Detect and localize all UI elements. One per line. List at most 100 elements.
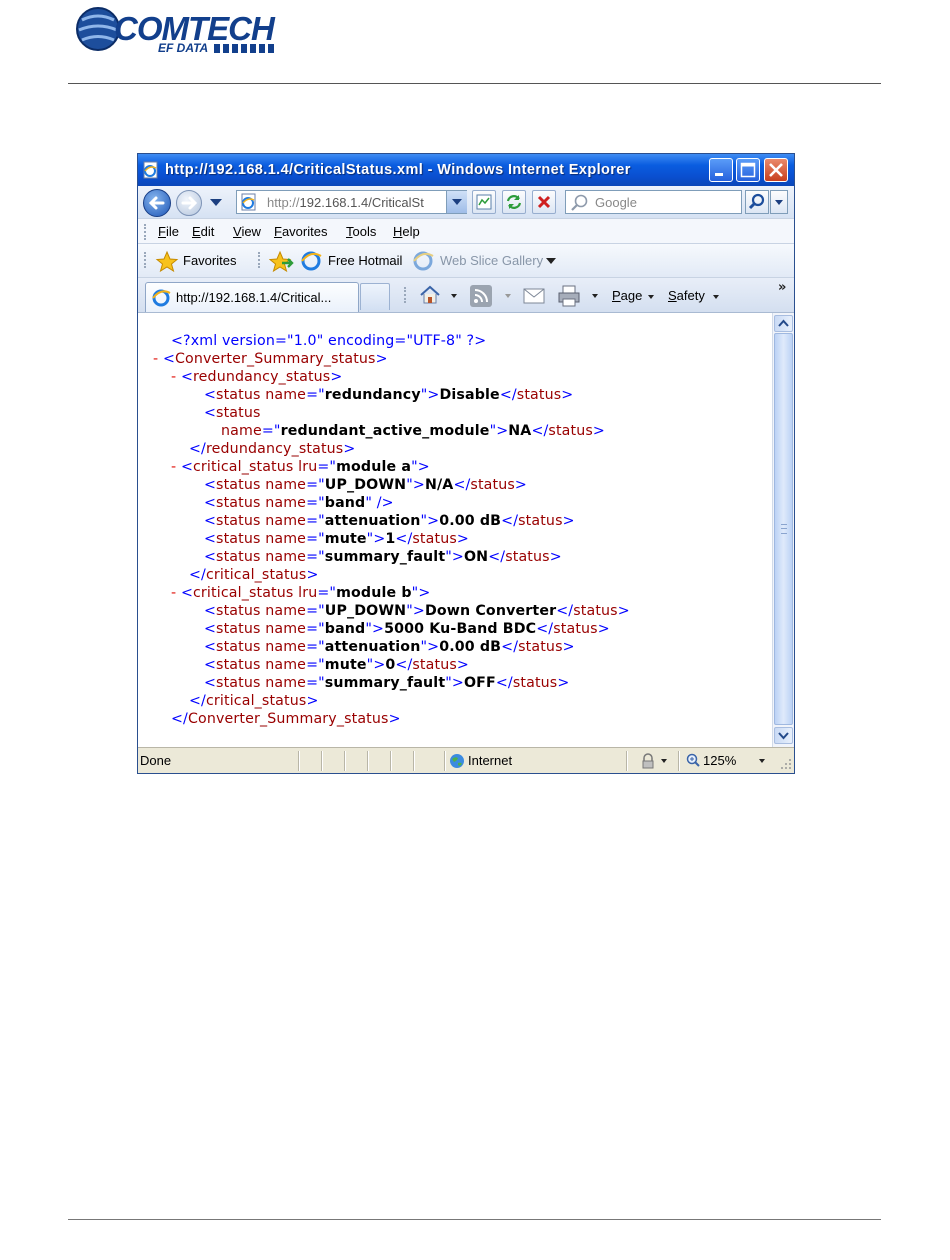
browser-window: http://192.168.1.4/CriticalStatus.xml - …	[137, 153, 795, 774]
menu-view[interactable]: View	[233, 224, 261, 239]
search-options-dropdown[interactable]	[770, 190, 788, 214]
search-box[interactable]: Google	[565, 190, 742, 214]
back-arrow-icon	[148, 196, 165, 210]
address-text: http://192.168.1.4/CriticalSt	[267, 195, 447, 210]
page-menu[interactable]: Page	[612, 288, 642, 303]
xml-status-element: <status	[204, 405, 261, 421]
maximize-button[interactable]	[736, 158, 760, 182]
status-text: Done	[140, 753, 172, 768]
recent-pages-dropdown[interactable]	[210, 199, 222, 206]
safety-menu[interactable]: Safety	[668, 288, 705, 303]
web-slice-gallery-dropdown[interactable]	[546, 258, 556, 264]
xml-redundancy-open: - <redundancy_status>	[171, 369, 343, 385]
status-divider	[367, 751, 369, 771]
xml-status-element: <status name="mute">0</status>	[204, 657, 469, 673]
xml-status-element: <status name="band">5000 Ku-Band BDC</st…	[204, 621, 610, 637]
logo-subtext: EF DATA	[158, 41, 208, 55]
xml-redundancy-close: </redundancy_status>	[189, 441, 356, 457]
favorites-button[interactable]: Favorites	[183, 253, 236, 268]
navigation-bar: http://192.168.1.4/CriticalSt Google	[138, 186, 794, 218]
safety-menu-dropdown	[713, 295, 719, 299]
back-button[interactable]	[143, 189, 171, 217]
new-tab-button[interactable]	[360, 283, 390, 310]
address-bar[interactable]: http://192.168.1.4/CriticalSt	[236, 190, 467, 214]
scroll-up-button[interactable]	[774, 315, 793, 332]
status-divider	[444, 751, 446, 771]
zoom-magnifier-icon	[686, 753, 700, 767]
favorites-bar: Favorites Free Hotmail Web Slice Gallery	[138, 244, 794, 278]
search-go-button[interactable]	[745, 190, 769, 214]
xml-declaration-text: <?xml version="1.0" encoding="UTF-8" ?>	[171, 333, 487, 349]
minimize-icon	[715, 173, 723, 176]
magnifier-icon	[748, 193, 765, 210]
xml-status-element: <status name="band" />	[204, 495, 394, 511]
xml-text-value: NA	[508, 423, 532, 439]
comtech-logo: COMTECH EF DATA	[72, 4, 302, 56]
menu-tools[interactable]: Tools	[346, 224, 376, 239]
status-bar: Done Internet 125%	[138, 747, 794, 773]
status-divider	[298, 751, 300, 771]
free-hotmail-link[interactable]: Free Hotmail	[328, 253, 402, 268]
chevron-up-icon	[778, 319, 789, 327]
more-commands-chevron[interactable]: »	[778, 280, 786, 295]
command-bar-grip[interactable]	[404, 287, 408, 303]
security-zone[interactable]: Internet	[468, 753, 512, 768]
internet-globe-icon	[450, 754, 464, 768]
forward-button[interactable]	[176, 190, 202, 216]
home-icon[interactable]	[418, 283, 442, 307]
stop-button[interactable]	[532, 190, 556, 214]
xml-attr-value: redundant_active_module	[280, 423, 490, 439]
menu-grip[interactable]	[144, 224, 148, 240]
xml-viewer[interactable]: <?xml version="1.0" encoding="UTF-8" ?> …	[138, 313, 772, 747]
menu-favorites[interactable]: Favorites	[274, 224, 327, 239]
print-icon[interactable]	[556, 283, 582, 309]
print-dropdown[interactable]	[592, 294, 598, 298]
resize-grip-icon[interactable]	[780, 758, 792, 770]
web-slice-gallery-link[interactable]: Web Slice Gallery	[440, 253, 543, 268]
close-button[interactable]	[764, 158, 788, 182]
ie-page-icon	[241, 193, 256, 211]
xml-status-element-cont: name="redundant_active_module">NA</statu…	[221, 423, 605, 439]
favorites-grip[interactable]	[144, 252, 148, 268]
xml-attr-value: module a	[336, 459, 412, 475]
xml-status-element: <status name="summary_fault">OFF</status…	[204, 675, 570, 691]
close-icon	[769, 163, 783, 177]
xml-critical-close: </critical_status>	[189, 567, 319, 583]
scroll-thumb[interactable]	[774, 333, 793, 725]
forward-arrow-icon	[181, 196, 198, 210]
xml-status-element: <status name="redundancy">Disable</statu…	[204, 387, 574, 403]
zoom-level[interactable]: 125%	[703, 753, 736, 768]
favorites-divider	[258, 252, 262, 268]
compatibility-view-button[interactable]	[472, 190, 496, 214]
xml-text-value: Disable	[439, 387, 500, 403]
chevron-down-icon	[778, 732, 789, 740]
vertical-scrollbar[interactable]	[772, 313, 794, 747]
address-dropdown-button[interactable]	[446, 191, 467, 213]
scroll-grip	[781, 524, 787, 534]
feeds-dropdown[interactable]	[505, 294, 511, 298]
menu-help[interactable]: Help	[393, 224, 420, 239]
menu-bar: File Edit View Favorites Tools Help	[138, 218, 794, 244]
search-input[interactable]: Google	[595, 195, 637, 210]
xml-critical-open: - <critical_status lru="module a">	[171, 459, 430, 475]
protected-mode-dropdown[interactable]	[661, 759, 667, 763]
rss-feed-icon[interactable]	[469, 284, 493, 308]
minimize-button[interactable]	[709, 158, 733, 182]
xml-status-element: <status name="attenuation">0.00 dB</stat…	[204, 513, 575, 529]
scroll-down-button[interactable]	[774, 727, 793, 744]
home-dropdown[interactable]	[451, 294, 457, 298]
read-mail-icon[interactable]	[521, 284, 547, 308]
tab-critical-status[interactable]: http://192.168.1.4/Critical...	[145, 282, 359, 312]
protected-mode-lock-icon[interactable]	[640, 753, 656, 769]
menu-edit[interactable]: Edit	[192, 224, 214, 239]
tab-bar: http://192.168.1.4/Critical... Page Safe…	[138, 278, 794, 313]
refresh-button[interactable]	[502, 190, 526, 214]
ie-page-icon	[143, 161, 158, 179]
xml-critical-open: - <critical_status lru="module b">	[171, 585, 431, 601]
xml-root-close: </Converter_Summary_status>	[171, 711, 401, 727]
zoom-dropdown[interactable]	[759, 759, 765, 763]
title-bar[interactable]: http://192.168.1.4/CriticalStatus.xml - …	[138, 154, 794, 186]
menu-file[interactable]: File	[158, 224, 179, 239]
add-to-favorites-icon[interactable]	[269, 250, 295, 274]
status-divider	[321, 751, 323, 771]
